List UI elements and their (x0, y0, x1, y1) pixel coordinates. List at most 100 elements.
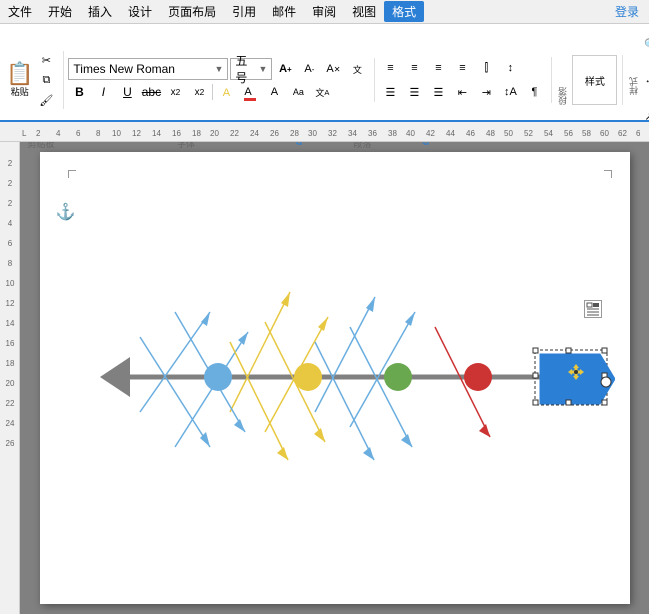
decrease-indent-button[interactable]: ⇤ (451, 81, 473, 103)
fishbone-diagram[interactable] (60, 182, 615, 572)
svg-text:46: 46 (466, 129, 475, 138)
italic-button[interactable]: I (92, 82, 114, 102)
svg-text:26: 26 (5, 439, 14, 448)
increase-font-button[interactable]: A+ (274, 58, 296, 80)
cut-button[interactable]: ✂ (35, 51, 57, 69)
multilevel-button[interactable]: ☰ (427, 81, 449, 103)
svg-text:6: 6 (76, 129, 81, 138)
increase-indent-button[interactable]: ⇥ (475, 81, 497, 103)
svg-text:14: 14 (5, 319, 14, 328)
copy-button[interactable]: ⧉ (35, 71, 57, 89)
decrease-font-button[interactable]: A- (298, 58, 320, 80)
menu-item-review[interactable]: 审阅 (304, 1, 344, 22)
svg-text:64: 64 (636, 129, 640, 138)
menu-item-file[interactable]: 文件 (0, 1, 40, 22)
svg-text:2: 2 (7, 199, 12, 208)
paste-button[interactable]: 📋 粘贴 (6, 63, 33, 98)
bullets-button[interactable]: ☰ (379, 81, 401, 103)
menu-item-references[interactable]: 引用 (224, 1, 264, 22)
svg-text:20: 20 (210, 129, 219, 138)
menu-item-format[interactable]: 格式 (384, 1, 424, 22)
styles-gallery[interactable]: 样式 (572, 55, 617, 105)
sort-button[interactable]: ↕A (499, 81, 521, 103)
line-spacing-button[interactable]: ↕ (499, 57, 521, 79)
svg-text:2: 2 (36, 129, 41, 138)
align-right-button[interactable]: ≡ (427, 57, 449, 79)
svg-text:18: 18 (5, 359, 14, 368)
text-highlight-button[interactable]: A (215, 82, 237, 102)
document-page: ⚓ (40, 152, 630, 604)
svg-text:20: 20 (5, 379, 14, 388)
format-painter-button[interactable]: 🖌 (35, 91, 57, 109)
svg-text:18: 18 (192, 129, 201, 138)
menu-item-home[interactable]: 开始 (40, 1, 80, 22)
svg-text:10: 10 (112, 129, 121, 138)
align-left-button[interactable]: ≡ (379, 57, 401, 79)
clear-format-button[interactable]: A✕ (322, 58, 344, 80)
find-button[interactable]: 🔍查找 (644, 28, 649, 60)
svg-text:2: 2 (7, 179, 12, 188)
font-name-dropdown[interactable]: Times New Roman ▼ (68, 58, 228, 80)
text-color-button[interactable]: A (263, 82, 285, 102)
svg-text:60: 60 (600, 129, 609, 138)
menu-item-view[interactable]: 视图 (344, 1, 384, 22)
svg-text:16: 16 (5, 339, 14, 348)
align-center-button[interactable]: ≡ (403, 57, 425, 79)
svg-text:44: 44 (446, 129, 455, 138)
font-color-button[interactable]: A (239, 82, 261, 102)
menu-item-design[interactable]: 设计 (120, 1, 160, 22)
char-shading-button[interactable]: Aa (287, 82, 309, 102)
menu-item-layout[interactable]: 页面布局 (160, 1, 224, 22)
svg-text:52: 52 (524, 129, 533, 138)
svg-text:16: 16 (172, 129, 181, 138)
svg-text:36: 36 (368, 129, 377, 138)
svg-text:50: 50 (504, 129, 513, 138)
vertical-ruler: 2 2 2 4 6 8 10 12 14 16 18 20 22 24 26 (0, 142, 20, 614)
svg-text:L: L (22, 129, 27, 138)
svg-text:12: 12 (132, 129, 141, 138)
login-button[interactable]: 登录 (605, 1, 649, 22)
svg-text:4: 4 (7, 219, 12, 228)
column-button[interactable]: ⫿ (475, 57, 497, 79)
svg-text:12: 12 (5, 299, 14, 308)
svg-text:62: 62 (618, 129, 627, 138)
svg-text:54: 54 (544, 129, 553, 138)
justify-button[interactable]: ≡ (451, 57, 473, 79)
svg-text:38: 38 (388, 129, 397, 138)
phonetic-btn2[interactable]: 文A (311, 82, 333, 102)
superscript-button[interactable]: x2 (188, 82, 210, 102)
subscript-button[interactable]: x2 (164, 82, 186, 102)
replace-button[interactable]: ↔替换 (644, 64, 649, 96)
svg-text:8: 8 (96, 129, 101, 138)
svg-text:14: 14 (152, 129, 161, 138)
paragraph-label: 段落 (556, 55, 569, 105)
svg-text:22: 22 (5, 399, 14, 408)
svg-text:2: 2 (7, 159, 12, 168)
underline-button[interactable]: U (116, 82, 138, 102)
svg-text:4: 4 (56, 129, 61, 138)
svg-text:48: 48 (486, 129, 495, 138)
font-size-dropdown[interactable]: 五号 ▼ (230, 58, 272, 80)
svg-text:28: 28 (290, 129, 299, 138)
svg-text:34: 34 (348, 129, 357, 138)
svg-text:6: 6 (7, 239, 12, 248)
strikethrough-button[interactable]: abc (140, 82, 162, 102)
styles-label: 样式 (627, 65, 640, 95)
svg-text:56: 56 (564, 129, 573, 138)
svg-text:30: 30 (308, 129, 317, 138)
svg-text:10: 10 (5, 279, 14, 288)
horizontal-ruler: L 2 4 6 8 10 12 14 16 18 20 22 24 26 28 … (0, 122, 649, 142)
svg-text:32: 32 (328, 129, 337, 138)
bold-button[interactable]: B (68, 82, 90, 102)
svg-text:26: 26 (270, 129, 279, 138)
numbering-button[interactable]: ☰ (403, 81, 425, 103)
show-marks-button[interactable]: ¶ (523, 81, 545, 103)
svg-text:24: 24 (250, 129, 259, 138)
menu-item-mailings[interactable]: 邮件 (264, 1, 304, 22)
menu-item-insert[interactable]: 插入 (80, 1, 120, 22)
svg-text:24: 24 (5, 419, 14, 428)
svg-text:58: 58 (582, 129, 591, 138)
layout-options-button[interactable] (584, 300, 602, 318)
phonetic-guide-button[interactable]: 文 (346, 58, 368, 80)
svg-text:40: 40 (406, 129, 415, 138)
